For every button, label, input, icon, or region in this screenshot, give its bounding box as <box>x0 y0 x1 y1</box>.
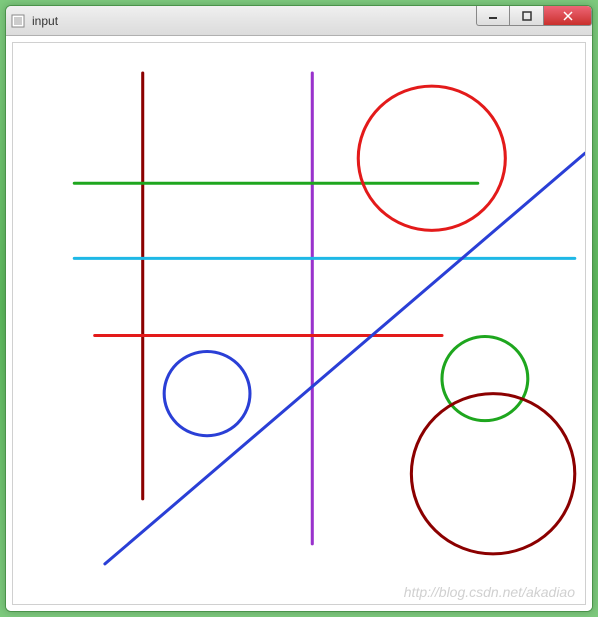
dark-red-circle <box>411 394 574 554</box>
close-button[interactable] <box>544 6 592 26</box>
canvas-container: http://blog.csdn.net/akadiao <box>12 42 586 605</box>
client-area: http://blog.csdn.net/akadiao <box>6 36 592 611</box>
app-window: input http://blog.csdn.net/akadiao <box>5 5 593 612</box>
minimize-button[interactable] <box>476 6 510 26</box>
app-icon <box>10 13 26 29</box>
blue-diagonal <box>105 153 585 564</box>
drawing-canvas <box>13 43 585 604</box>
window-controls <box>476 6 592 26</box>
green-circle <box>442 337 528 421</box>
red-circle <box>358 86 505 230</box>
blue-circle <box>164 352 250 436</box>
maximize-button[interactable] <box>510 6 544 26</box>
titlebar[interactable]: input <box>6 6 592 36</box>
